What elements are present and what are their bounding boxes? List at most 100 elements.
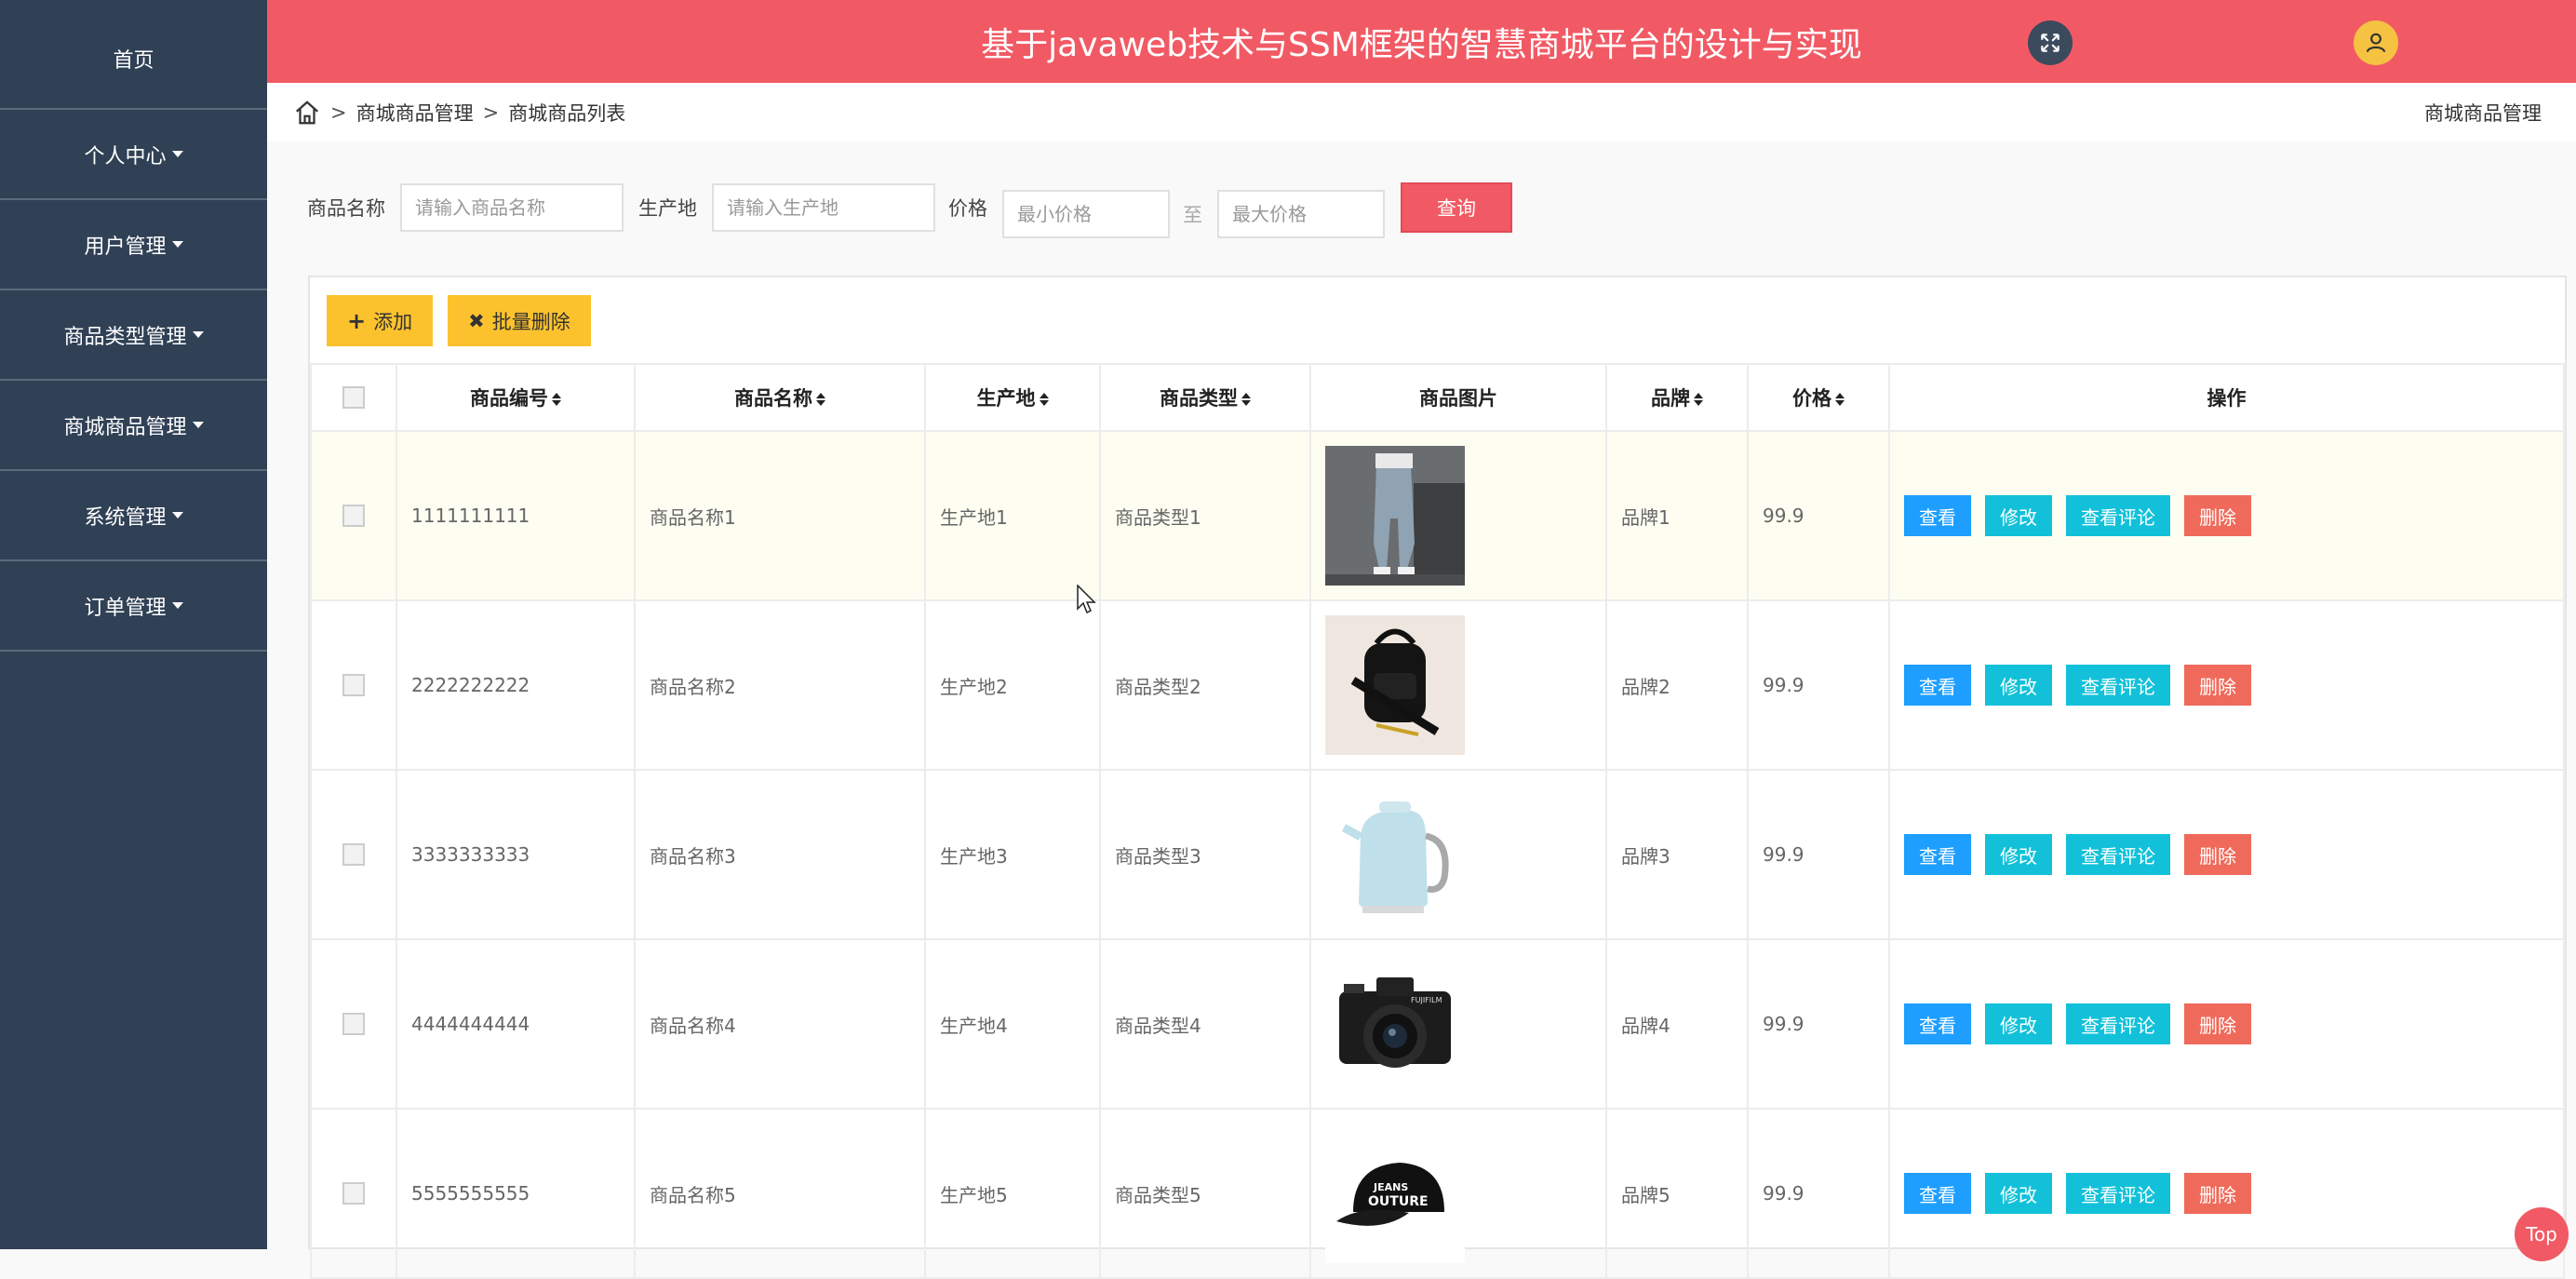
cell-image bbox=[1309, 430, 1607, 601]
view-button[interactable]: 查看 bbox=[1904, 665, 1971, 706]
cell-type: 商品类型3 bbox=[1099, 769, 1311, 940]
column-header-price[interactable]: 价格 bbox=[1747, 363, 1890, 432]
column-header-origin[interactable]: 生产地 bbox=[924, 363, 1101, 432]
user-icon[interactable] bbox=[2354, 20, 2398, 65]
delete-button[interactable]: 删除 bbox=[2184, 834, 2251, 875]
row-checkbox[interactable] bbox=[342, 1013, 365, 1035]
max-price-input[interactable] bbox=[1217, 190, 1385, 238]
price-range-separator: 至 bbox=[1183, 204, 1202, 226]
view-comments-button[interactable]: 查看评论 bbox=[2066, 834, 2170, 875]
page-section-title: 商城商品管理 bbox=[2424, 101, 2542, 125]
fullscreen-icon[interactable] bbox=[2028, 20, 2073, 65]
breadcrumb-item-current: 商城商品列表 bbox=[508, 101, 626, 125]
cell-origin: 生产地3 bbox=[924, 769, 1101, 940]
view-comments-button[interactable]: 查看评论 bbox=[2066, 1173, 2170, 1214]
edit-button[interactable]: 修改 bbox=[1985, 1173, 2052, 1214]
sort-icon[interactable] bbox=[552, 393, 561, 406]
view-comments-button[interactable]: 查看评论 bbox=[2066, 1003, 2170, 1044]
sort-icon[interactable] bbox=[1694, 393, 1703, 406]
view-button[interactable]: 查看 bbox=[1904, 495, 1971, 536]
sidebar-item-system-management[interactable]: 系统管理 bbox=[0, 471, 267, 561]
row-checkbox[interactable] bbox=[342, 674, 365, 696]
caret-down-icon bbox=[171, 151, 183, 157]
query-button[interactable]: 查询 bbox=[1401, 182, 1512, 233]
sidebar-item-order-management[interactable]: 订单管理 bbox=[0, 561, 267, 652]
edit-button[interactable]: 修改 bbox=[1985, 834, 2052, 875]
sidebar-item-label: 首页 bbox=[113, 49, 154, 73]
cell-price: 99.9 bbox=[1747, 1108, 1890, 1279]
column-header-code[interactable]: 商品编号 bbox=[396, 363, 636, 432]
cell-brand: 品牌5 bbox=[1605, 1108, 1749, 1279]
view-button[interactable]: 查看 bbox=[1904, 1173, 1971, 1214]
batch-delete-button[interactable]: ✖ 批量删除 bbox=[448, 295, 591, 346]
add-button[interactable]: + 添加 bbox=[327, 295, 434, 346]
product-name-input[interactable] bbox=[400, 183, 624, 232]
back-to-top-button[interactable]: Top bbox=[2515, 1207, 2569, 1261]
sort-icon[interactable] bbox=[1039, 393, 1049, 406]
delete-button[interactable]: 删除 bbox=[2184, 665, 2251, 706]
home-icon[interactable] bbox=[293, 99, 321, 127]
cell-brand: 品牌1 bbox=[1605, 430, 1749, 601]
view-comments-button[interactable]: 查看评论 bbox=[2066, 665, 2170, 706]
cell-name: 商品名称5 bbox=[634, 1108, 926, 1279]
app-title: 基于javaweb技术与SSM框架的智慧商城平台的设计与实现 bbox=[981, 25, 1862, 64]
view-comments-button[interactable]: 查看评论 bbox=[2066, 495, 2170, 536]
breadcrumb-item[interactable]: 商城商品管理 bbox=[356, 99, 474, 127]
cell-ops: 查看 修改 查看评论 删除 bbox=[1888, 769, 2565, 940]
row-checkbox[interactable] bbox=[342, 1182, 365, 1205]
cell-brand: 品牌4 bbox=[1605, 938, 1749, 1110]
caret-down-icon bbox=[171, 602, 183, 609]
breadcrumb: > 商城商品管理 > 商城商品列表 商城商品管理 bbox=[267, 83, 2576, 141]
sidebar-item-label: 商品类型管理 bbox=[63, 325, 187, 349]
delete-button[interactable]: 删除 bbox=[2184, 495, 2251, 536]
sidebar: 首页 个人中心 用户管理 商品类型管理 商城商品管理 系统管理 订单管理 bbox=[0, 0, 267, 1249]
select-all-checkbox[interactable] bbox=[342, 386, 365, 409]
cell-name: 商品名称2 bbox=[634, 599, 926, 771]
table-row: 1111111111 商品名称1 生产地1 商品类型1 品牌1 99.9 查看 修改 查看评论删… bbox=[310, 430, 2565, 601]
cell-name: 商品名称3 bbox=[634, 769, 926, 940]
view-button[interactable]: 查看 bbox=[1904, 1003, 1971, 1044]
column-header-brand[interactable]: 品牌 bbox=[1605, 363, 1749, 432]
cell-origin: 生产地2 bbox=[924, 599, 1101, 771]
product-image bbox=[1325, 615, 1604, 755]
column-header-type[interactable]: 商品类型 bbox=[1099, 363, 1311, 432]
cell-price: 99.9 bbox=[1747, 599, 1890, 771]
cell-origin: 生产地1 bbox=[924, 430, 1101, 601]
sort-icon[interactable] bbox=[1835, 393, 1845, 406]
header-bar: 基于javaweb技术与SSM框架的智慧商城平台的设计与实现 bbox=[267, 0, 2576, 83]
sidebar-item-personal-center[interactable]: 个人中心 bbox=[0, 110, 267, 200]
edit-button[interactable]: 修改 bbox=[1985, 495, 2052, 536]
cell-image: FUJIFILM bbox=[1309, 938, 1607, 1110]
sidebar-item-mall-product-management[interactable]: 商城商品管理 bbox=[0, 381, 267, 471]
column-header-name[interactable]: 商品名称 bbox=[634, 363, 926, 432]
delete-button[interactable]: 删除 bbox=[2184, 1173, 2251, 1214]
row-checkbox[interactable] bbox=[342, 505, 365, 527]
sidebar-item-home[interactable]: 首页 bbox=[0, 0, 267, 110]
svg-text:JEANS: JEANS bbox=[1373, 1181, 1408, 1193]
origin-input[interactable] bbox=[712, 183, 935, 232]
table-row: 3333333333 商品名称3 生产地3 商品类型3 品牌3 99.9 查看 修改 查看评论删… bbox=[310, 769, 2565, 940]
cell-price: 99.9 bbox=[1747, 430, 1890, 601]
cell-brand: 品牌3 bbox=[1605, 769, 1749, 940]
cell-image bbox=[1309, 769, 1607, 940]
sort-icon[interactable] bbox=[1241, 393, 1251, 406]
cell-price: 99.9 bbox=[1747, 938, 1890, 1110]
view-button[interactable]: 查看 bbox=[1904, 834, 1971, 875]
row-checkbox[interactable] bbox=[342, 843, 365, 866]
cell-price: 99.9 bbox=[1747, 769, 1890, 940]
sort-icon[interactable] bbox=[816, 393, 825, 406]
cell-origin: 生产地4 bbox=[924, 938, 1101, 1110]
column-header-image: 商品图片 bbox=[1309, 363, 1607, 432]
edit-button[interactable]: 修改 bbox=[1985, 665, 2052, 706]
mouse-cursor-icon bbox=[1077, 585, 1096, 614]
edit-button[interactable]: 修改 bbox=[1985, 1003, 2052, 1044]
sidebar-item-label: 系统管理 bbox=[84, 505, 167, 530]
cell-type: 商品类型5 bbox=[1099, 1108, 1311, 1279]
min-price-input[interactable] bbox=[1002, 190, 1170, 238]
sidebar-item-user-management[interactable]: 用户管理 bbox=[0, 200, 267, 290]
sidebar-item-product-type-management[interactable]: 商品类型管理 bbox=[0, 290, 267, 381]
delete-button[interactable]: 删除 bbox=[2184, 1003, 2251, 1044]
sidebar-item-label: 订单管理 bbox=[84, 596, 167, 620]
cell-image bbox=[1309, 599, 1607, 771]
cell-code: 1111111111 bbox=[396, 430, 636, 601]
